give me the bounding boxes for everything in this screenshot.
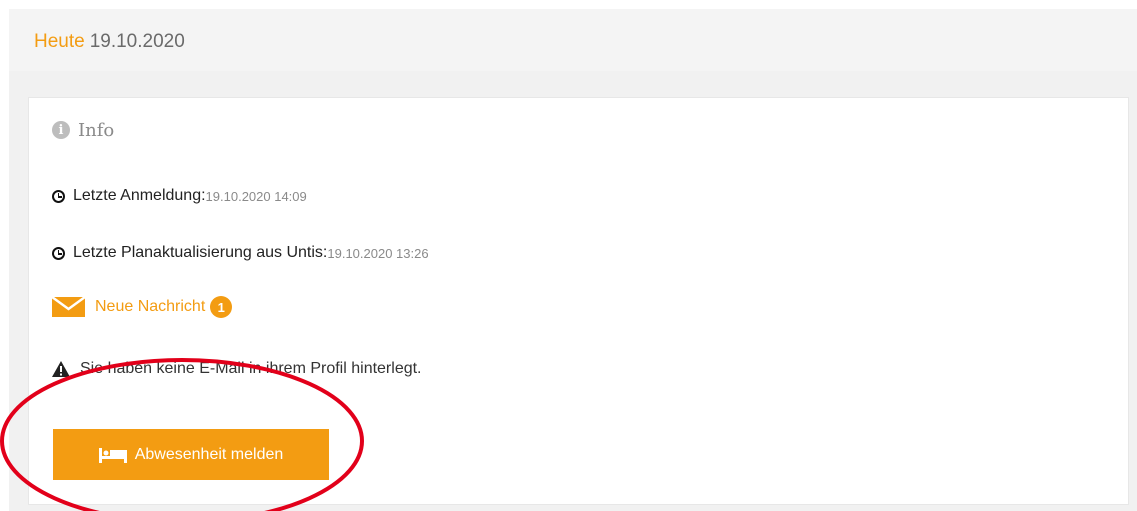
info-circle-icon: i: [52, 121, 70, 139]
header-title: Heute 19.10.2020: [34, 31, 185, 53]
last-update-label: Letzte Planaktualisierung aus Untis:: [73, 244, 328, 261]
warning-text: Sie haben keine E-Mail in ihrem Profil h…: [80, 360, 422, 377]
envelope-icon: [52, 295, 85, 317]
info-heading: i Info: [52, 119, 114, 141]
last-login-label: Letzte Anmeldung:: [73, 187, 206, 204]
report-absence-label[interactable]: Abwesenheit melden: [135, 446, 284, 464]
report-absence-button[interactable]: Abwesenheit melden: [53, 429, 329, 480]
new-message-link[interactable]: Neue Nachricht 1: [52, 293, 233, 321]
last-login-row: Letzte Anmeldung: 19.10.2020 14:09: [52, 185, 307, 207]
clock-icon: [52, 246, 65, 260]
header-label: Heute: [34, 31, 85, 52]
header-date: 19.10.2020: [89, 31, 185, 52]
warning-icon: [52, 361, 70, 377]
new-message-label[interactable]: Neue Nachricht: [95, 298, 205, 316]
bed-icon: [98, 447, 127, 463]
message-count-badge: 1: [210, 296, 233, 318]
last-update-value: 19.10.2020 13:26: [327, 245, 429, 261]
page-header: Heute 19.10.2020: [9, 9, 1137, 71]
last-update-row: Letzte Planaktualisierung aus Untis: 19.…: [52, 242, 429, 264]
last-login-value: 19.10.2020 14:09: [205, 188, 307, 204]
email-warning: Sie haben keine E-Mail in ihrem Profil h…: [52, 357, 422, 381]
clock-icon: [52, 189, 65, 203]
info-title: Info: [78, 119, 115, 141]
